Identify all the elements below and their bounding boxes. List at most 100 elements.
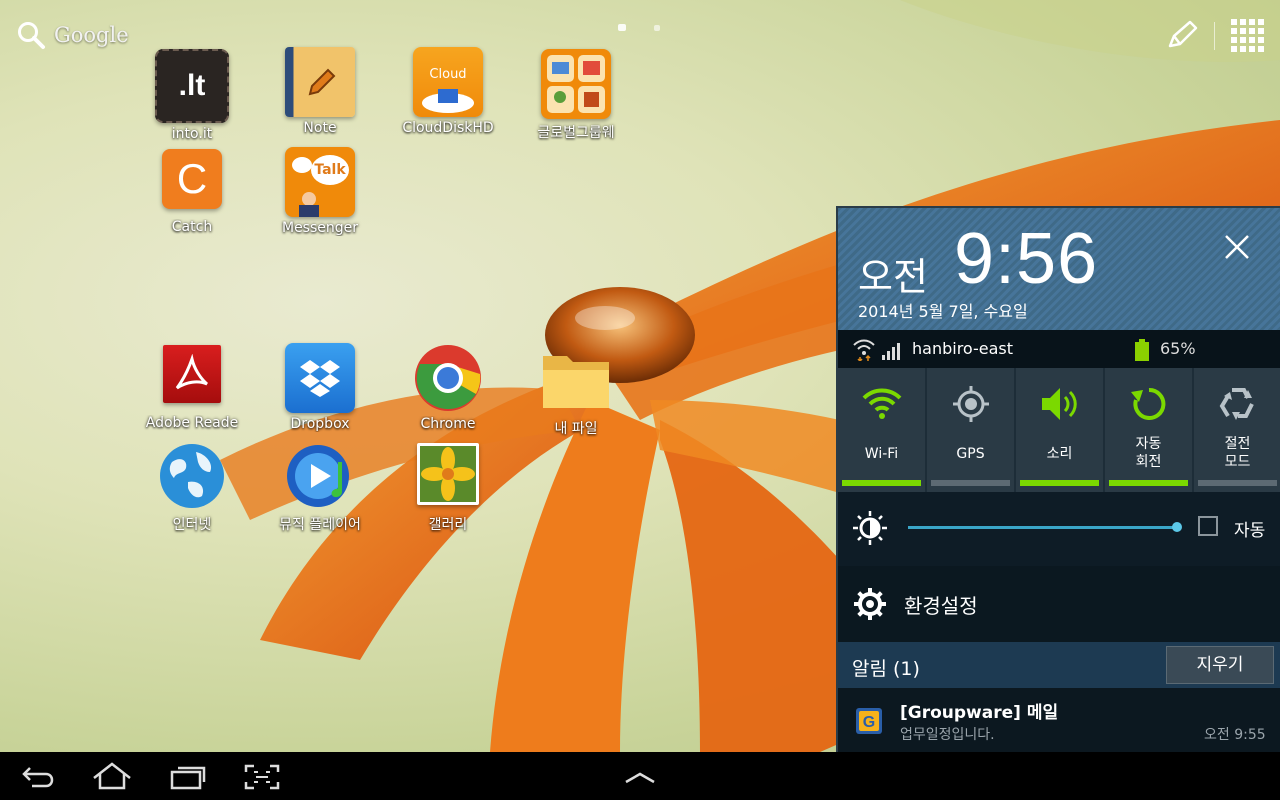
toggle-auto-rotate[interactable]: 자동 회전 — [1105, 368, 1192, 492]
app-groupware[interactable]: 글로벌그룹웨 — [511, 49, 641, 142]
toggle-indicator — [1020, 480, 1099, 486]
dropbox-icon — [285, 343, 355, 413]
toggle-label: Wi-Fi — [864, 446, 899, 462]
page-indicator — [654, 25, 660, 31]
battery-level: 65% — [1160, 339, 1196, 358]
google-search[interactable]: Google — [16, 20, 129, 50]
pencil-icon — [1168, 20, 1198, 48]
chrome-icon — [413, 343, 483, 413]
app-label: Note — [303, 120, 337, 136]
clock-ampm: 오전 — [858, 255, 928, 299]
app-into-it[interactable]: .lt into.it — [127, 49, 257, 142]
toggle-indicator — [1109, 480, 1188, 486]
gps-icon — [953, 386, 989, 422]
toggle-wifi[interactable]: Wi-Fi — [838, 368, 925, 492]
toggle-power-saving[interactable]: 절전 모드 — [1194, 368, 1280, 492]
note-icon — [285, 47, 355, 117]
app-chrome[interactable]: Chrome — [383, 343, 513, 432]
svg-text:G: G — [863, 714, 875, 731]
settings-button[interactable]: 환경설정 — [838, 566, 1280, 642]
notification-title: [Groupware] 메일 — [900, 703, 1059, 723]
notification-text: 업무일정입니다. — [900, 727, 995, 743]
brightness-slider[interactable] — [908, 526, 1178, 529]
toggle-label: GPS — [956, 446, 985, 462]
power-saving-icon — [1219, 388, 1254, 420]
screenshot-icon — [244, 764, 280, 790]
into-it-icon: .lt — [155, 49, 229, 123]
status-row: hanbiro-east 65% — [838, 330, 1280, 368]
app-label: Dropbox — [290, 416, 350, 432]
app-catch[interactable]: C Catch — [127, 149, 257, 235]
toggle-sound[interactable]: 소리 — [1016, 368, 1103, 492]
catch-glyph: C — [176, 155, 208, 202]
toggle-indicator — [1198, 480, 1277, 486]
back-button[interactable] — [18, 762, 62, 792]
folder-icon — [541, 345, 611, 415]
notification-time: 오전 9:55 — [1204, 727, 1266, 743]
app-my-files[interactable]: 내 파일 — [511, 345, 641, 438]
brightness-icon — [853, 511, 887, 545]
clock-time: 9:56 — [954, 219, 1099, 299]
close-button[interactable] — [1222, 232, 1252, 262]
quick-toggles: Wi-Fi GPS 소리 자동 회전 절전 모드 — [838, 368, 1280, 492]
catch-icon: C — [162, 149, 222, 209]
app-gallery[interactable]: 갤러리 — [383, 443, 513, 534]
app-label: Chrome — [420, 416, 476, 432]
toggle-indicator — [931, 480, 1010, 486]
app-note[interactable]: Note — [255, 47, 385, 136]
sound-icon — [1042, 388, 1077, 420]
app-dropbox[interactable]: Dropbox — [255, 343, 385, 432]
app-label: Catch — [171, 219, 213, 235]
notification-panel: 오전 9:56 2014년 5월 7일, 수요일 hanbiro-east 65… — [836, 206, 1280, 752]
toggle-indicator — [842, 480, 921, 486]
app-internet[interactable]: 인터넷 — [127, 441, 257, 534]
edit-button[interactable] — [1164, 18, 1200, 54]
rotate-icon — [1131, 387, 1166, 420]
apps-grid-icon — [1231, 19, 1264, 52]
app-adobe-reader[interactable]: Adobe Reade — [127, 345, 257, 431]
app-label: 글로벌그룹웨 — [537, 125, 615, 141]
battery-icon — [1135, 339, 1149, 361]
toggle-label-line1: 자동 — [1135, 436, 1162, 452]
messenger-icon: Talk — [285, 147, 355, 217]
toggle-gps[interactable]: GPS — [927, 368, 1014, 492]
auto-brightness-label: 자동 — [1234, 521, 1266, 541]
music-player-icon — [285, 441, 355, 511]
network-name: hanbiro-east — [912, 339, 1014, 358]
app-music-player[interactable]: 뮤직 플레이어 — [255, 441, 385, 534]
app-label: Adobe Reade — [145, 415, 239, 431]
app-label: CloudDiskHD — [402, 120, 494, 136]
close-icon — [1225, 235, 1249, 259]
screenshot-button[interactable] — [240, 762, 284, 792]
adobe-reader-icon — [163, 345, 221, 403]
app-label: 뮤직 플레이어 — [279, 517, 361, 533]
app-label: Messenger — [281, 220, 359, 236]
gear-icon — [854, 588, 886, 620]
cloud-disk-icon: Cloud — [413, 47, 483, 117]
groupware-app-icon: G — [856, 708, 882, 734]
chevron-up-icon — [625, 772, 655, 784]
expand-button[interactable] — [618, 762, 662, 792]
clock-date: 2014년 5월 7일, 수요일 — [858, 302, 1028, 321]
notification-item[interactable]: G [Groupware] 메일 업무일정입니다. 오전 9:55 — [838, 688, 1280, 752]
divider — [1214, 22, 1215, 50]
auto-brightness-checkbox[interactable] — [1198, 516, 1218, 536]
app-messenger[interactable]: Talk Messenger — [255, 147, 385, 236]
clear-button[interactable]: 지우기 — [1166, 646, 1274, 684]
settings-label: 환경설정 — [904, 594, 978, 618]
brightness-slider-thumb[interactable] — [1172, 522, 1182, 532]
recent-apps-icon — [170, 766, 206, 790]
home-button[interactable] — [90, 762, 134, 792]
page-indicator-active — [618, 24, 626, 31]
home-icon — [93, 762, 131, 790]
toggle-label-line1: 절전 — [1224, 436, 1251, 452]
clock-area: 오전 9:56 2014년 5월 7일, 수요일 — [838, 208, 1280, 330]
recent-apps-button[interactable] — [166, 762, 210, 792]
app-label: 내 파일 — [554, 421, 598, 437]
apps-button[interactable] — [1228, 18, 1268, 54]
toggle-label-line2: 회전 — [1135, 454, 1162, 470]
brightness-row: 자동 — [838, 492, 1280, 567]
wifi-signal-icon — [853, 339, 900, 361]
google-search-label: Google — [54, 23, 129, 47]
app-clouddisk[interactable]: Cloud CloudDiskHD — [383, 47, 513, 136]
